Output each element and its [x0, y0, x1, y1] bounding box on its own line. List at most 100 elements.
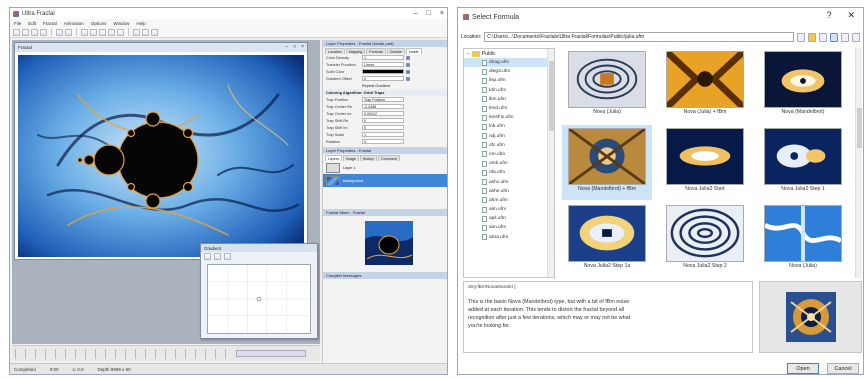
- close-icon[interactable]: ×: [301, 44, 304, 51]
- property-field[interactable]: Linear: [362, 62, 404, 67]
- tab-outside[interactable]: Outside: [386, 48, 405, 54]
- tab-comment[interactable]: Comment: [377, 155, 400, 161]
- stop-icon[interactable]: [142, 28, 149, 36]
- gradient-tool-icon[interactable]: [204, 253, 211, 260]
- property-field[interactable]: 0: [362, 118, 404, 123]
- layer-row[interactable]: Layer 1: [323, 161, 447, 174]
- save-icon[interactable]: [31, 28, 38, 36]
- formula-tile[interactable]: Nova Julia2 Step 1a: [562, 202, 652, 277]
- gradient-tool-icon[interactable]: [224, 253, 231, 260]
- formula-tile[interactable]: Nova (Mandelbrot): [758, 48, 848, 123]
- tree-file-item[interactable]: lkm.ufm: [464, 95, 554, 104]
- trap-section-header[interactable]: Coloring Algorithm: Orbit Traps: [323, 89, 447, 96]
- close-icon[interactable]: ×: [440, 10, 444, 17]
- select-icon[interactable]: [99, 28, 106, 36]
- new-icon[interactable]: [13, 28, 20, 36]
- refresh-icon[interactable]: [819, 32, 828, 42]
- property-field[interactable]: 1: [362, 132, 404, 137]
- render-icon[interactable]: [133, 28, 140, 36]
- tree-file-item[interactable]: dieg3.ufm: [464, 67, 554, 76]
- timeline-zoom-slider[interactable]: [236, 350, 306, 357]
- formula-tile[interactable]: Nova (Julia): [758, 202, 848, 277]
- formula-tile[interactable]: Nova Julia2 Step 2: [660, 202, 750, 277]
- tab-history[interactable]: History: [359, 155, 377, 161]
- property-field[interactable]: 1: [362, 55, 404, 60]
- tab-layers[interactable]: Layers: [325, 155, 342, 161]
- details-view-icon[interactable]: [852, 32, 861, 42]
- property-field[interactable]: 0: [362, 76, 404, 81]
- menu-window[interactable]: Window: [113, 21, 129, 26]
- tab-location[interactable]: Location: [325, 48, 345, 54]
- maximize-icon[interactable]: □: [427, 10, 431, 17]
- reset-icon[interactable]: [406, 69, 410, 74]
- undo-icon[interactable]: [56, 28, 63, 36]
- open-button[interactable]: Open: [787, 363, 819, 374]
- dropdown-icon[interactable]: [797, 32, 806, 42]
- list-view-icon[interactable]: [841, 32, 850, 42]
- property-field[interactable]: 0: [362, 139, 404, 144]
- tree-file-item[interactable]: ashe.ufm: [464, 187, 554, 196]
- tree-file-item[interactable]: ldm.ufm: [464, 86, 554, 95]
- minimize-icon[interactable]: –: [414, 10, 418, 17]
- tree-file-item[interactable]: ofa.ufm: [464, 168, 554, 177]
- folder-up-icon[interactable]: [808, 32, 817, 42]
- fractal-image[interactable]: [18, 55, 304, 257]
- formula-tile[interactable]: Nova Julia2 Step 1: [758, 125, 848, 200]
- close-icon[interactable]: ✕: [847, 11, 855, 20]
- tab-inside[interactable]: Inside: [405, 48, 422, 54]
- zoom-icon[interactable]: [81, 28, 88, 36]
- formula-tile[interactable]: Nova Julia2 Start: [660, 125, 750, 200]
- thumbnail-view-icon[interactable]: [830, 32, 839, 42]
- grid-icon[interactable]: [117, 28, 124, 36]
- timeline-ruler[interactable]: [15, 349, 235, 359]
- tab-formula[interactable]: Formula: [366, 48, 386, 54]
- tree-file-item[interactable]: om.ufm: [464, 150, 554, 159]
- menu-options[interactable]: Options: [91, 21, 107, 26]
- minimize-icon[interactable]: –: [285, 44, 288, 51]
- tree-file-item[interactable]: apil.ufm: [464, 214, 554, 223]
- repeat-gradient-checkbox[interactable]: Repeat Gradient: [362, 84, 390, 88]
- menu-file[interactable]: File: [14, 21, 21, 26]
- menu-fractal[interactable]: Fractal: [43, 21, 57, 26]
- cancel-button[interactable]: Cancel: [827, 363, 859, 374]
- tree-file-item[interactable]: lisp.ufm: [464, 76, 554, 85]
- property-field[interactable]: -0.0488: [362, 104, 404, 109]
- formula-tile[interactable]: Nova (Julia): [562, 48, 652, 123]
- gradient-curve-plot[interactable]: [207, 264, 311, 334]
- menu-edit[interactable]: Edit: [28, 21, 36, 26]
- menu-help[interactable]: Help: [136, 21, 145, 26]
- reset-icon[interactable]: [406, 55, 410, 60]
- gradient-tool-icon[interactable]: [214, 253, 221, 260]
- maximize-icon[interactable]: □: [293, 44, 296, 51]
- expand-icon[interactable]: −: [467, 51, 470, 57]
- tree-file-item[interactable]: ahm.ufm: [464, 196, 554, 205]
- tree-file-item[interactable]: dnag.ufm: [464, 58, 554, 68]
- redo-icon[interactable]: [65, 28, 72, 36]
- property-field[interactable]: Trap Position: [362, 97, 404, 102]
- reset-icon[interactable]: [406, 62, 410, 67]
- solid-color-swatch[interactable]: [362, 69, 404, 74]
- tree-file-item[interactable]: ofc.ufm: [464, 141, 554, 150]
- formula-tile[interactable]: Nova (Julia) + fBm: [660, 48, 750, 123]
- tree-file-item[interactable]: lnb.ufm: [464, 122, 554, 131]
- tree-file-item[interactable]: lend.ufm: [464, 104, 554, 113]
- grid-scrollbar-thumb[interactable]: [857, 108, 862, 148]
- tab-mapping[interactable]: Mapping: [345, 48, 366, 54]
- rotate-icon[interactable]: [108, 28, 115, 36]
- open-icon[interactable]: [22, 28, 29, 36]
- tree-file-item[interactable]: lensFix.ufm: [464, 113, 554, 122]
- layers-icon[interactable]: [151, 28, 158, 36]
- tab-image[interactable]: Image: [342, 155, 359, 161]
- animation-timeline[interactable]: [12, 345, 320, 361]
- print-icon[interactable]: [40, 28, 47, 36]
- layer-row-selected[interactable]: Background: [323, 174, 447, 187]
- tree-file-item[interactable]: ashc.ufm: [464, 177, 554, 186]
- menu-animation[interactable]: Animation: [64, 21, 84, 26]
- formula-tile[interactable]: Nova (Mandelbrot) + fBm: [562, 125, 652, 200]
- tree-file-item[interactable]: aim.ufm: [464, 223, 554, 232]
- tree-file-item[interactable]: alcia.ufm: [464, 233, 554, 242]
- tree-file-item[interactable]: alm.ufm: [464, 205, 554, 214]
- pan-icon[interactable]: [90, 28, 97, 36]
- tree-folder-public[interactable]: − Public: [464, 49, 554, 58]
- grid-scrollbar[interactable]: [855, 48, 862, 278]
